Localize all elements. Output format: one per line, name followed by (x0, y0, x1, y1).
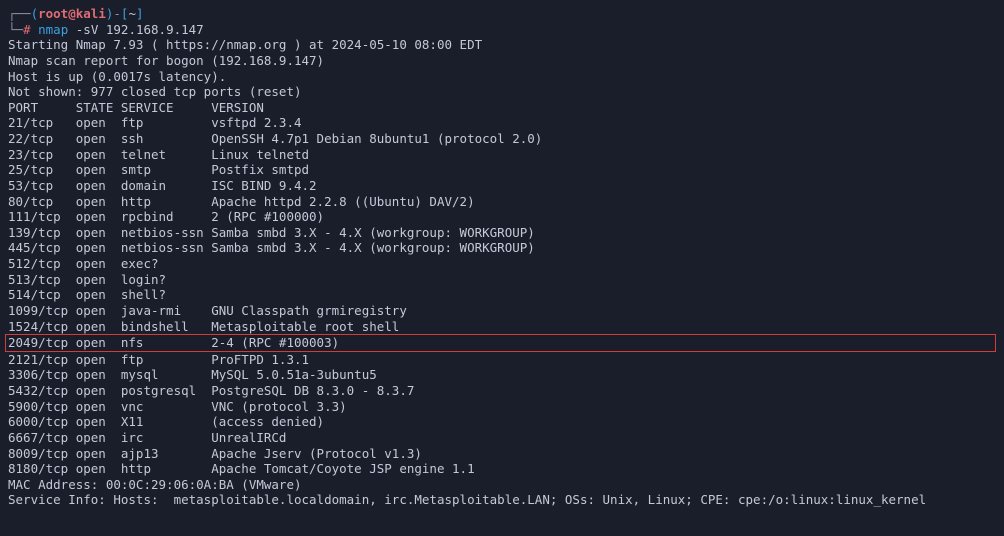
table-header: PORT STATE SERVICE VERSION (8, 100, 996, 116)
service-info-line: Service Info: Hosts: metasploitable.loca… (8, 492, 996, 508)
port-row: 5432/tcp open postgresql PostgreSQL DB 8… (8, 383, 996, 399)
port-row: 8009/tcp open ajp13 Apache Jserv (Protoc… (8, 446, 996, 462)
port-row: 5900/tcp open vnc VNC (protocol 3.3) (8, 399, 996, 415)
port-row: 2121/tcp open ftp ProFTPD 1.3.1 (8, 352, 996, 368)
prompt-hash: # (23, 22, 31, 37)
port-row: 53/tcp open domain ISC BIND 9.4.2 (8, 178, 996, 194)
port-row: 23/tcp open telnet Linux telnetd (8, 147, 996, 163)
prompt-path: ~ (128, 6, 136, 21)
output-line: Starting Nmap 7.93 ( https://nmap.org ) … (8, 37, 996, 53)
mac-address-line: MAC Address: 00:0C:29:06:0A:BA (VMware) (8, 477, 996, 493)
port-row: 6667/tcp open irc UnrealIRCd (8, 430, 996, 446)
port-row: 22/tcp open ssh OpenSSH 4.7p1 Debian 8ub… (8, 131, 996, 147)
command-args: -sV 192.168.9.147 (76, 22, 204, 37)
prompt-line-1: ┌──(root@kali)-[~] (8, 6, 996, 22)
port-row: 1099/tcp open java-rmi GNU Classpath grm… (8, 303, 996, 319)
port-row: 445/tcp open netbios-ssn Samba smbd 3.X … (8, 240, 996, 256)
prompt-line-2[interactable]: └─# nmap -sV 192.168.9.147 (8, 22, 996, 38)
port-row: 80/tcp open http Apache httpd 2.2.8 ((Ub… (8, 194, 996, 210)
port-row: 1524/tcp open bindshell Metasploitable r… (8, 319, 996, 335)
port-row: 6000/tcp open X11 (access denied) (8, 414, 996, 430)
port-row: 512/tcp open exec? (8, 256, 996, 272)
port-row: 111/tcp open rpcbind 2 (RPC #100000) (8, 209, 996, 225)
port-row: 3306/tcp open mysql MySQL 5.0.51a-3ubunt… (8, 367, 996, 383)
port-row: 25/tcp open smtp Postfix smtpd (8, 162, 996, 178)
port-row: 21/tcp open ftp vsftpd 2.3.4 (8, 115, 996, 131)
prompt-user: root (38, 6, 68, 21)
port-row: 513/tcp open login? (8, 272, 996, 288)
port-row: 514/tcp open shell? (8, 287, 996, 303)
port-row-highlighted: 2049/tcp open nfs 2-4 (RPC #100003) (5, 334, 996, 352)
port-row: 139/tcp open netbios-ssn Samba smbd 3.X … (8, 225, 996, 241)
port-row: 8180/tcp open http Apache Tomcat/Coyote … (8, 461, 996, 477)
prompt-at: @ (68, 6, 76, 21)
command-name: nmap (38, 22, 68, 37)
prompt-host: kali (76, 6, 106, 21)
output-line: Not shown: 977 closed tcp ports (reset) (8, 84, 996, 100)
output-line: Nmap scan report for bogon (192.168.9.14… (8, 53, 996, 69)
output-line: Host is up (0.0017s latency). (8, 69, 996, 85)
